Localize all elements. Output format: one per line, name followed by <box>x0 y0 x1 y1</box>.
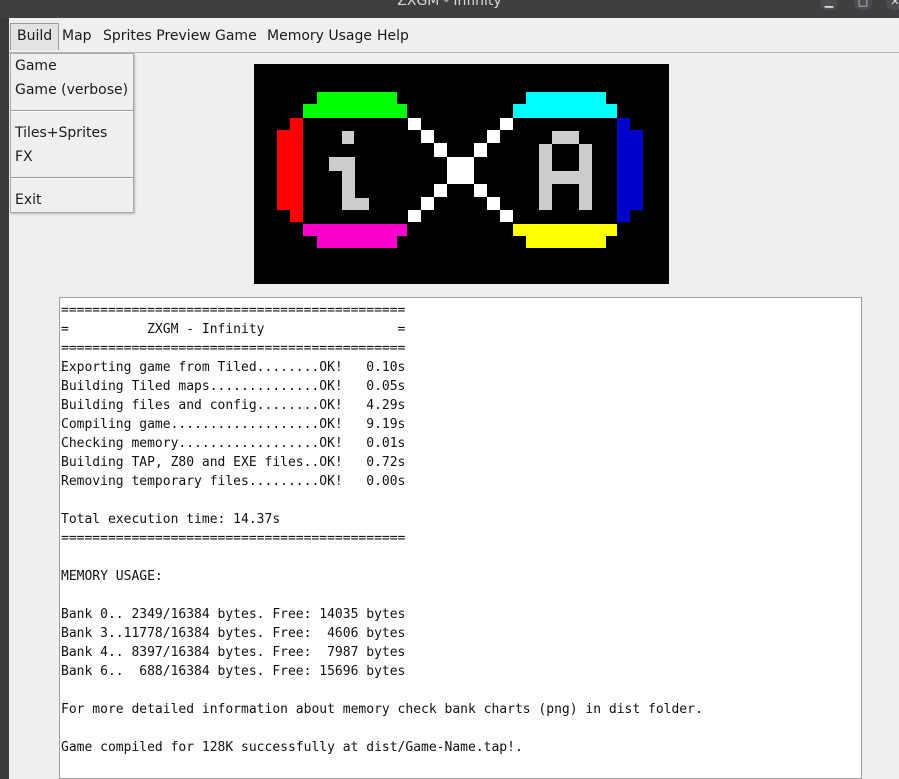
log-line: Game compiled for 128K successfully at d… <box>61 740 523 755</box>
menu-sprites-preview[interactable]: Sprites Preview <box>97 24 217 48</box>
build-menu-game[interactable]: Game <box>15 55 57 77</box>
log-line: Checking memory..................OK! 0.0… <box>61 436 406 451</box>
menu-separator <box>11 177 133 179</box>
log-line: Compiling game...................OK! 9.1… <box>61 417 406 432</box>
log-line: Total execution time: 14.37s <box>61 512 281 527</box>
build-menu-exit[interactable]: Exit <box>15 189 42 211</box>
ixa-logo-graphic <box>277 92 643 248</box>
log-text: Activando entorno virtual venv...=======… <box>61 298 703 757</box>
build-menu-game-verbose[interactable]: Game (verbose) <box>15 79 128 101</box>
minimize-icon[interactable]: ▁ <box>820 0 838 10</box>
log-line: Bank 0.. 2349/16384 bytes. Free: 14035 b… <box>61 607 406 622</box>
log-line: Bank 4.. 8397/16384 bytes. Free: 7987 by… <box>61 645 406 660</box>
menu-map[interactable]: Map <box>56 24 98 48</box>
build-dropdown-menu: Game Game (verbose) Tiles+Sprites FX Exi… <box>10 53 134 213</box>
log-line: Building TAP, Z80 and EXE files..OK! 0.7… <box>61 455 406 470</box>
build-menu-fx[interactable]: FX <box>15 146 33 168</box>
log-line: ========================================… <box>61 341 406 356</box>
window-title: ZXGM - Infinity <box>397 0 502 9</box>
build-output-log[interactable]: Activando entorno virtual venv...=======… <box>59 297 862 779</box>
log-line: Building Tiled maps..............OK! 0.0… <box>61 379 406 394</box>
close-icon[interactable]: ✕ <box>886 0 899 10</box>
log-line: = ZXGM - Infinity = <box>61 322 406 337</box>
log-line: Removing temporary files.........OK! 0.0… <box>61 474 406 489</box>
window-title-bar: ZXGM - Infinity ▁ □ ✕ <box>0 0 899 18</box>
log-line: Building files and config........OK! 4.2… <box>61 398 406 413</box>
build-menu-tiles-sprites[interactable]: Tiles+Sprites <box>15 122 107 144</box>
ixa-logo <box>254 64 669 284</box>
menu-memory-usage[interactable]: Memory Usage <box>261 24 378 48</box>
menu-bar: Build Map Sprites Preview Game Memory Us… <box>9 18 899 53</box>
log-line: ========================================… <box>61 303 406 318</box>
window-left-edge <box>0 18 9 779</box>
menu-game[interactable]: Game <box>209 24 263 48</box>
log-line: For more detailed information about memo… <box>61 702 703 717</box>
menu-help[interactable]: Help <box>371 24 415 48</box>
log-line: Bank 3..11778/16384 bytes. Free: 4606 by… <box>61 626 406 641</box>
maximize-icon[interactable]: □ <box>854 0 872 10</box>
log-line: MEMORY USAGE: <box>61 569 163 584</box>
log-line: Exporting game from Tiled........OK! 0.1… <box>61 360 406 375</box>
menu-separator <box>11 110 133 112</box>
menu-build[interactable]: Build <box>10 23 60 50</box>
log-line: ========================================… <box>61 531 406 546</box>
log-line: Bank 6.. 688/16384 bytes. Free: 15696 by… <box>61 664 406 679</box>
